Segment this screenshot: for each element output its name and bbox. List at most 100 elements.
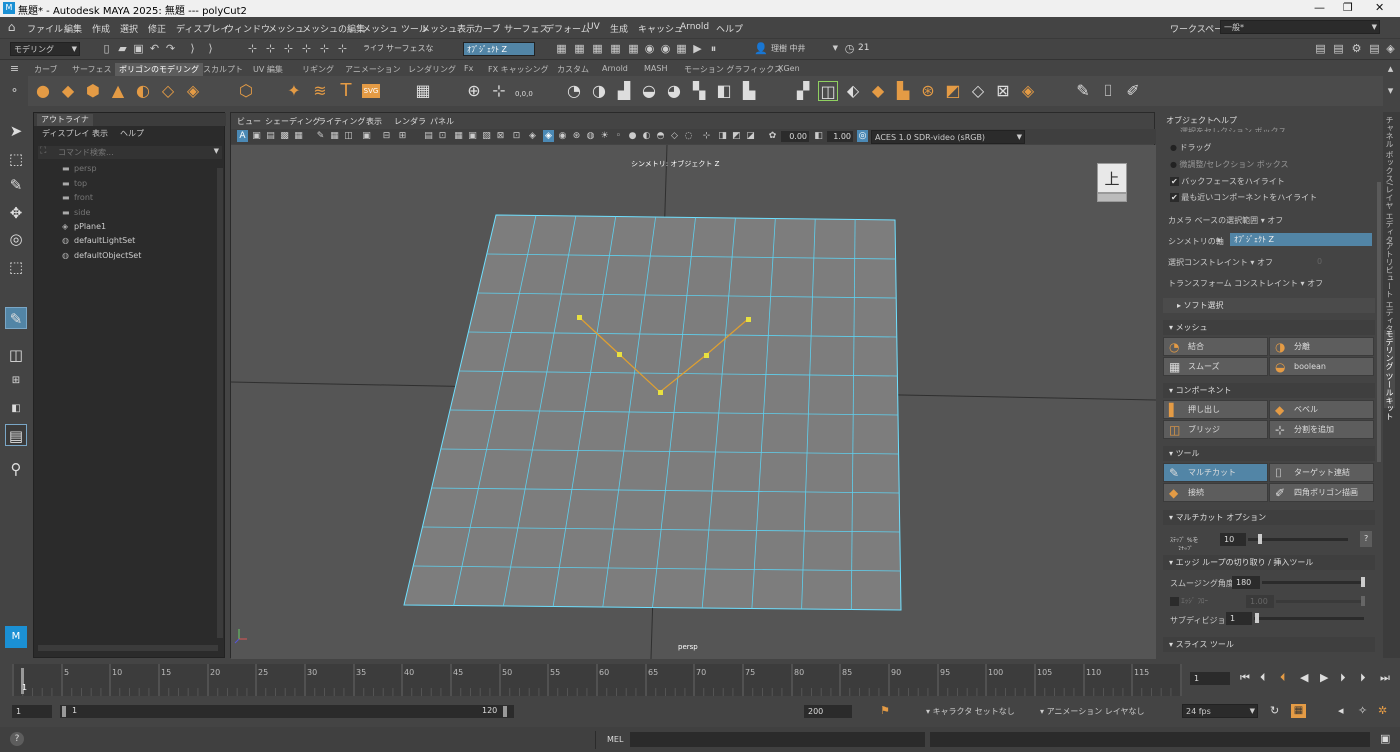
menu-create[interactable]: 作成 — [92, 22, 110, 35]
outliner-horizontal-scrollbar[interactable] — [38, 645, 218, 651]
sidebar-toggle-icon[interactable]: ◈ — [1384, 42, 1397, 55]
sound-icon[interactable]: ◂ — [1338, 704, 1344, 718]
select-camera-icon[interactable]: A — [237, 130, 248, 142]
xray-active-icon[interactable]: ◌ — [683, 130, 694, 142]
live-surface-value[interactable]: サーフェスなし — [383, 42, 435, 56]
menu-mesh-tools[interactable]: メッシュ ツール — [362, 22, 428, 35]
hud-icon[interactable]: ◓ — [655, 130, 666, 142]
viewport-menu-view[interactable]: ビュー — [237, 116, 261, 127]
bridge-button[interactable]: ◫ ブリッジ — [1163, 420, 1268, 439]
bookmark-icon[interactable]: ▤ — [265, 130, 276, 142]
platonic-solid-icon[interactable]: ⬡ — [236, 81, 256, 101]
shelf-tab-rigging[interactable]: リギング — [298, 63, 338, 76]
fps-dropdown[interactable]: 24 fps ▼ — [1182, 704, 1258, 718]
move-tool-icon[interactable]: ✥ — [5, 202, 27, 224]
edge-flow-field[interactable]: 1.00 — [1246, 595, 1274, 608]
menu-mesh[interactable]: メッシュ — [268, 22, 304, 35]
cleanup-icon[interactable]: ▙ — [739, 81, 759, 101]
outliner-item-side[interactable]: ▬ side — [62, 208, 90, 217]
outliner-menu-show[interactable]: 表示 — [92, 128, 108, 139]
exposure-adjust-icon[interactable]: ✿ — [767, 130, 778, 142]
menu-edit[interactable]: 編集 — [64, 22, 82, 35]
xray-joints-icon[interactable]: ⊹ — [701, 130, 712, 142]
multicut-options-section[interactable]: ▾ マルチカット オプション — [1163, 510, 1375, 525]
shelf-tab-surfaces[interactable]: サーフェス — [68, 63, 116, 76]
mirror-icon[interactable]: ◧ — [714, 81, 734, 101]
reduce-icon[interactable]: ▚ — [689, 81, 709, 101]
minimize-button[interactable]: — — [1314, 1, 1325, 14]
anti-alias-icon[interactable]: ● — [627, 130, 638, 142]
poly-plane-icon[interactable]: ◇ — [158, 81, 178, 101]
range-start-handle[interactable] — [62, 706, 66, 717]
shelf-tab-mash[interactable]: MASH — [640, 63, 671, 76]
sweep-mesh-icon[interactable]: ≋ — [310, 81, 330, 101]
menu-windows[interactable]: ウィンドウ — [225, 22, 270, 35]
smoothing-angle-field[interactable]: 180 — [1232, 576, 1260, 589]
new-scene-icon[interactable]: ▯ — [100, 42, 113, 55]
toolkit-scrollbar[interactable] — [1377, 182, 1381, 462]
tab-modeling-toolkit[interactable]: モデリング ツールキット — [1384, 330, 1395, 421]
boolean-button[interactable]: ◒ boolean — [1269, 357, 1374, 376]
home-icon[interactable]: ⌂ — [5, 21, 18, 34]
play-backward-icon[interactable]: ◀ — [1300, 671, 1308, 685]
target-weld-icon[interactable]: ⊠ — [993, 81, 1013, 101]
shelf-tab-custom[interactable]: カスタム — [553, 63, 593, 76]
menu-select[interactable]: 選択 — [120, 22, 138, 35]
target-weld-button[interactable]: ⌷ ターゲット連結 — [1269, 463, 1374, 482]
screen-space-ao-icon[interactable]: ◍ — [585, 130, 596, 142]
xray-icon[interactable]: ⊡ — [511, 130, 522, 142]
gamma-icon[interactable]: ◩ — [731, 130, 742, 142]
make-hole-icon[interactable]: ⊛ — [918, 81, 938, 101]
menu-mesh-display[interactable]: メッシュ表示 — [421, 22, 475, 35]
camera-based-selection[interactable]: カメラ ベースの選択範囲 ▾ オフ — [1168, 215, 1283, 226]
mode-dropdown[interactable]: モデリング ▼ — [10, 42, 80, 56]
tab-channel-box[interactable]: チャネル ボックス/レイヤ エディタ — [1384, 116, 1395, 244]
snap-point-icon[interactable]: ⊹ — [336, 42, 349, 55]
shelf-tab-sculpting[interactable]: スカルプト — [199, 63, 247, 76]
hypershade-icon[interactable]: ▦ — [627, 42, 640, 55]
render-frame-icon[interactable]: ▦ — [555, 42, 568, 55]
isolate-icon[interactable]: ◇ — [669, 130, 680, 142]
resolution-gate-icon[interactable]: ▣ — [361, 130, 372, 142]
viewport-menu-renderer[interactable]: レンダラ — [394, 116, 426, 127]
quad-draw-button[interactable]: ✐ 四角ポリゴン描画 — [1269, 483, 1374, 502]
menu-generate[interactable]: 生成 — [610, 22, 628, 35]
gamma-field[interactable]: 1.00 — [827, 131, 853, 142]
booleans-icon[interactable]: ◒ — [639, 81, 659, 101]
outliner-tab[interactable]: アウトライナ — [37, 114, 93, 126]
connect-button[interactable]: ◆ 接続 — [1163, 483, 1268, 502]
play-forward-icon[interactable]: ▶ — [1320, 671, 1328, 685]
menu-help[interactable]: ヘルプ — [716, 22, 743, 35]
command-input[interactable] — [630, 732, 925, 747]
symmetry-field[interactable]: ｵﾌﾞｼﾞｪｸﾄ Z — [463, 42, 535, 56]
save-scene-icon[interactable]: ▣ — [132, 42, 145, 55]
viewport-menu-show[interactable]: 表示 — [366, 116, 382, 127]
shelf-scroll-up-icon[interactable]: ▴ — [1384, 62, 1397, 75]
component-section[interactable]: ▾ コンポーネント — [1163, 383, 1375, 398]
chevron-down-icon[interactable]: ▼ — [214, 147, 219, 155]
toolkit-menu-help[interactable]: ヘルプ — [1213, 115, 1237, 126]
shelf-tab-rendering[interactable]: レンダリング — [404, 63, 460, 76]
arnold-settings-icon[interactable]: ▦ — [675, 42, 688, 55]
slice-tool-section[interactable]: ▾ スライス ツール — [1163, 637, 1375, 652]
menu-edit-mesh[interactable]: メッシュの編集 — [302, 22, 365, 35]
viewport-scene[interactable] — [231, 145, 1156, 659]
ipr-render-icon[interactable]: ▦ — [591, 42, 604, 55]
tools-section[interactable]: ▾ ツール — [1163, 446, 1375, 461]
mesh-section[interactable]: ▾ メッシュ — [1163, 320, 1375, 335]
menu-deform[interactable]: デフォーム — [545, 22, 590, 35]
image-plane-icon[interactable]: ▩ — [279, 130, 290, 142]
end-time-field[interactable]: 200 — [804, 705, 852, 718]
shelf-tab-fx-caching[interactable]: FX キャッシング — [484, 63, 553, 76]
anim-prefs-icon[interactable]: ✲ — [1378, 704, 1387, 718]
merge-icon[interactable]: ◩ — [943, 81, 963, 101]
menu-file[interactable]: ファイル — [27, 22, 63, 35]
3d-viewport[interactable]: シンメトリ: オブジェクト Z persp 上 — [231, 145, 1156, 659]
collapse-icon[interactable]: ◇ — [968, 81, 988, 101]
paint-select-icon[interactable]: ✎ — [5, 174, 27, 196]
notifications-icon[interactable]: ◷ — [843, 42, 856, 55]
motion-blur-icon[interactable]: ◦ — [613, 130, 624, 142]
shelf-tab-uv-editing[interactable]: UV 編集 — [249, 63, 287, 76]
separate-button[interactable]: ◑ 分離 — [1269, 337, 1374, 356]
edge-loop-section[interactable]: ▾ エッジ ループの切り取り / 挿入ツール — [1163, 555, 1375, 570]
